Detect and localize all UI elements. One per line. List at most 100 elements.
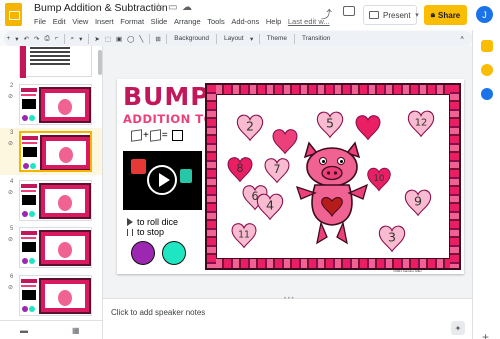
select-cursor-icon[interactable]: ➤ <box>94 35 99 43</box>
divider <box>87 33 89 44</box>
cloud-status-icon[interactable]: ☁ <box>182 2 192 13</box>
paint-format-icon[interactable]: ⌐ <box>55 35 59 42</box>
keep-icon[interactable] <box>481 40 493 52</box>
speaker-notes-input[interactable]: Click to add speaker notes <box>111 308 205 317</box>
menu-edit[interactable]: Edit <box>53 17 66 26</box>
slide-thumbnail[interactable] <box>19 131 92 172</box>
avatar[interactable]: J <box>476 6 493 23</box>
thumbnail-purple-circle <box>22 115 28 121</box>
menu-help[interactable]: Help <box>266 17 281 26</box>
present-dropdown-chevron-icon[interactable]: ▾ <box>411 5 423 25</box>
background-button[interactable]: Background <box>174 35 209 42</box>
link-icon: ⊘ <box>8 141 14 147</box>
thumbnail-board <box>39 183 91 219</box>
dropdown-chevron-icon[interactable]: ▾ <box>15 35 18 43</box>
menu-view[interactable]: View <box>72 17 88 26</box>
menu-file[interactable]: File <box>34 17 46 26</box>
activity-icon[interactable]: ⤴ <box>321 6 332 22</box>
thumbnail-purple-circle <box>23 163 29 169</box>
text-box-icon[interactable]: ⬚ <box>105 35 111 43</box>
slide-thumbnail[interactable] <box>19 180 92 221</box>
thumbnail-video <box>22 290 36 300</box>
heart-7[interactable]: 7 <box>264 158 290 183</box>
thumbnail-subtitle <box>21 285 36 287</box>
slide-thumbnail[interactable] <box>19 227 92 268</box>
comment-add-icon[interactable]: ⊞ <box>155 35 160 43</box>
thumbnail-title <box>21 279 37 283</box>
teal-player-button[interactable] <box>162 241 186 265</box>
slide-thumbnail-row[interactable]: 2 ⊘ <box>0 81 102 128</box>
heart-8[interactable]: 8 <box>227 157 253 182</box>
thumbnail-teal-circle <box>29 258 35 264</box>
undo-icon[interactable]: ↶ <box>24 35 29 43</box>
heart-11[interactable]: 11 <box>231 223 257 248</box>
dice-video[interactable] <box>123 151 202 210</box>
layout-button[interactable]: Layout <box>224 35 244 42</box>
collapse-chevron-icon[interactable]: ˄ <box>460 35 464 42</box>
slide-number: 2 <box>10 83 14 89</box>
print-icon[interactable]: ⎙ <box>44 35 49 43</box>
slide-number: 6 <box>10 274 14 280</box>
slide-thumbnail-row[interactable]: 6 ⊘ <box>0 272 102 319</box>
game-board: 2 5 12 10 8 6 7 4 9 11 3 ©2021 Caroline … <box>205 83 461 273</box>
play-icon[interactable] <box>147 165 177 195</box>
menu-tools[interactable]: Tools <box>207 17 225 26</box>
heart-10[interactable]: 10 <box>367 167 391 192</box>
star-icon[interactable]: ☆ <box>154 2 163 13</box>
new-slide-plus-icon[interactable]: + <box>7 35 11 42</box>
slide-thumbnail-row[interactable]: 4 ⊘ <box>0 177 102 224</box>
shape-icon[interactable]: ◯ <box>127 35 134 43</box>
transition-button[interactable]: Transition <box>302 35 330 42</box>
image-icon[interactable]: ▣ <box>116 35 122 43</box>
purple-player-button[interactable] <box>131 241 155 265</box>
menu-arrange[interactable]: Arrange <box>174 17 201 26</box>
list-view-icon[interactable]: ▬ <box>20 326 28 335</box>
grid-view-icon[interactable]: ▦ <box>72 326 80 335</box>
zoom-icon[interactable]: ⌕ <box>70 35 74 43</box>
heart-number: 3 <box>388 229 396 244</box>
thumbnail-title <box>22 136 38 140</box>
slides-logo-icon[interactable] <box>5 3 22 26</box>
heart-5[interactable]: 5 <box>316 111 344 138</box>
slide-thumbnail-1-partial[interactable] <box>19 46 92 78</box>
menu-slide[interactable]: Slide <box>151 17 168 26</box>
heart-2[interactable]: 2 <box>236 114 264 141</box>
redo-icon[interactable]: ↷ <box>34 35 39 43</box>
line-icon[interactable]: ╲ <box>139 35 143 43</box>
heart-number: 8 <box>236 162 243 175</box>
stop-instruction-text: to stop <box>137 227 165 237</box>
plus-sign: + <box>143 130 149 141</box>
slide-thumbnail[interactable] <box>19 275 92 316</box>
heart-9[interactable]: 9 <box>404 189 432 216</box>
thumbnail-purple-circle <box>22 306 28 312</box>
calendar-check-icon[interactable] <box>481 88 493 100</box>
share-button[interactable]: 🔒︎ Share <box>424 5 467 25</box>
layout-chevron-icon[interactable]: ▾ <box>250 35 253 43</box>
current-slide[interactable]: BUMP ADDITION TO 12 + = to roll dice to … <box>117 79 464 274</box>
slide-thumbnail-row-active[interactable]: 3 ⊘ <box>0 128 102 175</box>
zoom-chevron-icon[interactable]: ▾ <box>79 35 82 43</box>
thumbnail-video <box>22 195 36 205</box>
thumbnail-subtitle <box>21 237 36 239</box>
explore-icon[interactable]: ✦ <box>451 321 465 335</box>
slide-thumbnail-row[interactable]: 5 ⊘ <box>0 224 102 271</box>
heart-3[interactable]: 3 <box>378 225 406 252</box>
heart-12[interactable]: 12 <box>407 110 435 137</box>
document-title[interactable]: Bump Addition & Subtraction <box>34 2 168 14</box>
tasks-icon[interactable] <box>481 64 493 76</box>
heart-4[interactable]: 4 <box>256 193 284 220</box>
slide-title[interactable]: BUMP <box>123 82 210 111</box>
filmstrip-scrollbar[interactable] <box>98 50 102 75</box>
theme-button[interactable]: Theme <box>267 35 287 42</box>
menu-addons[interactable]: Add-ons <box>231 17 259 26</box>
notes-resize-handle[interactable]: • • • <box>284 296 294 302</box>
move-folder-icon[interactable]: ▭ <box>168 2 177 13</box>
present-button[interactable]: Present <box>363 5 417 25</box>
menu-format[interactable]: Format <box>120 17 144 26</box>
add-ons-plus-icon[interactable]: + <box>482 330 489 339</box>
slide-thumbnail[interactable] <box>19 84 92 125</box>
menu-insert[interactable]: Insert <box>95 17 114 26</box>
slide-number: 3 <box>10 130 14 136</box>
comment-icon[interactable] <box>343 6 355 16</box>
link-icon: ⊘ <box>8 285 14 291</box>
